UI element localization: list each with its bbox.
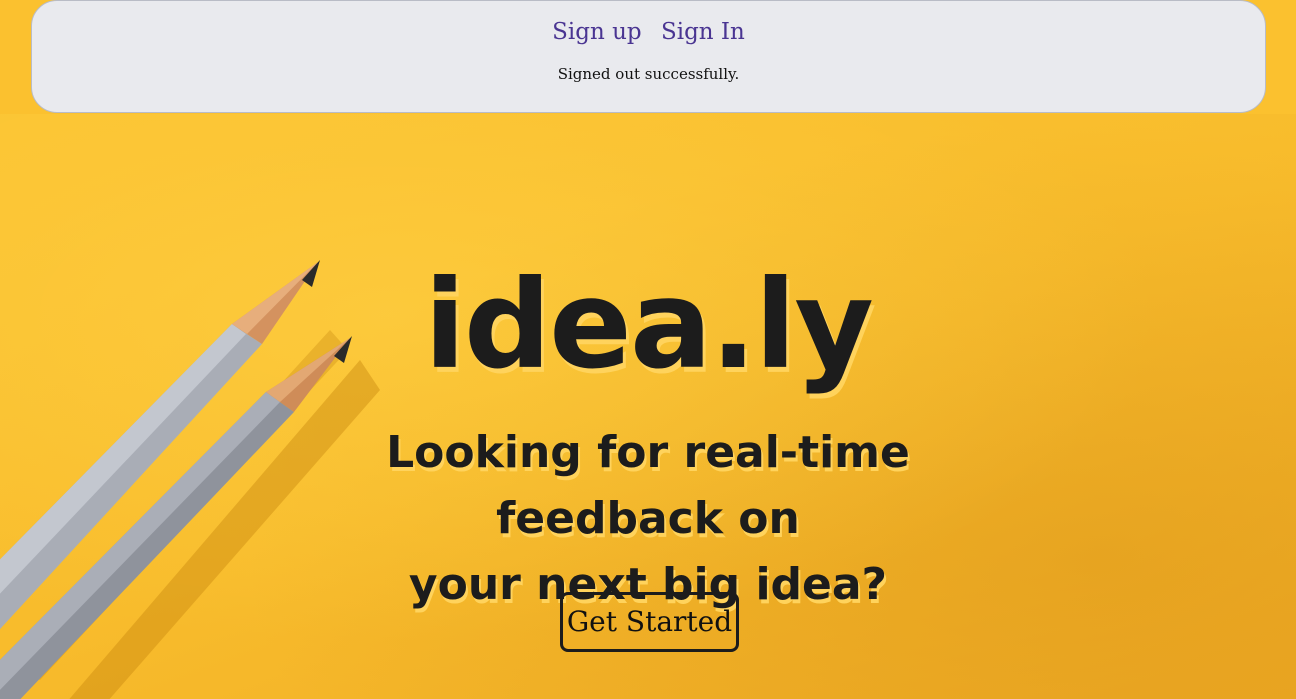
get-started-button[interactable]: Get Started xyxy=(560,592,739,652)
sign-in-link[interactable]: Sign In xyxy=(661,19,745,45)
flash-message: Signed out successfully. xyxy=(557,65,740,83)
sign-up-link[interactable]: Sign up xyxy=(552,19,642,45)
logo-heading: idea.ly xyxy=(424,254,874,396)
nav-links: Sign up Sign In xyxy=(32,16,1265,48)
navbar: Sign up Sign In Signed out successfully. xyxy=(31,0,1266,113)
tagline: Looking for real-time feedback on your n… xyxy=(270,420,1026,618)
tagline-line-1: Looking for real-time feedback on xyxy=(386,427,910,544)
